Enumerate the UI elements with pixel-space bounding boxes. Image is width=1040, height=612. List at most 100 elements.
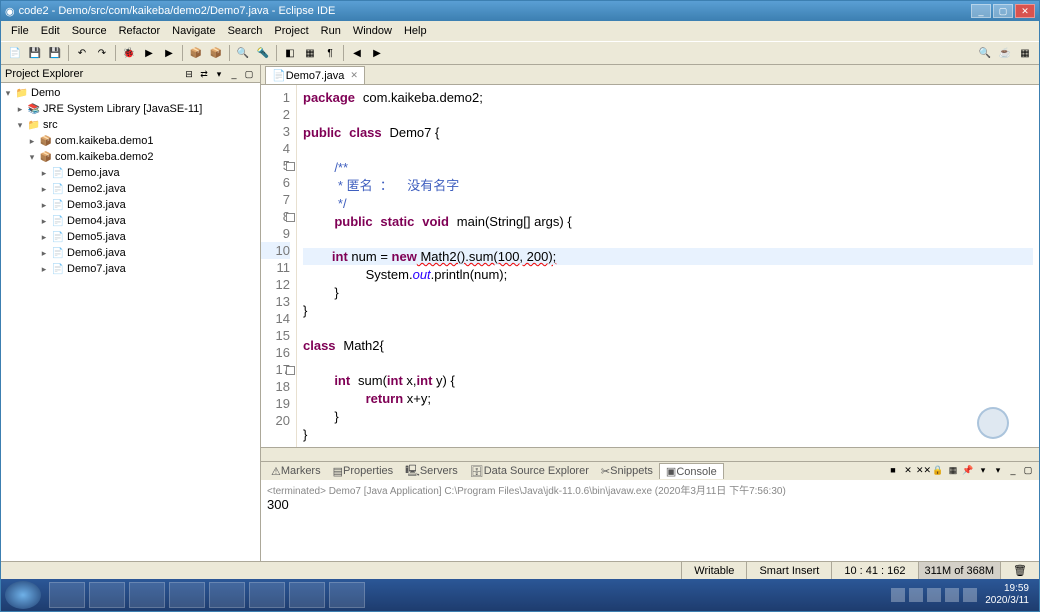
perspective-java-icon[interactable]: ☕ (996, 44, 1014, 62)
taskbar-explorer-icon[interactable] (49, 582, 85, 608)
menu-edit[interactable]: Edit (35, 23, 66, 39)
perspective-switch-icon[interactable]: ▦ (1016, 44, 1034, 62)
console-removeall-icon[interactable]: ✕✕ (916, 464, 930, 478)
undo-icon[interactable]: ↶ (73, 44, 91, 62)
tab-close-icon[interactable]: ✕ (350, 70, 358, 81)
tab-properties[interactable]: ▤ Properties (327, 464, 400, 479)
start-button[interactable] (5, 581, 41, 609)
collapse-all-icon[interactable]: ⊟ (182, 67, 196, 81)
console-pin-icon[interactable]: 📌 (961, 464, 975, 478)
quick-access-icon[interactable]: 🔍 (976, 44, 994, 62)
windows-taskbar: 19:592020/3/11 (1, 579, 1039, 611)
save-icon[interactable]: 💾 (26, 44, 44, 62)
taskbar-eclipse-icon[interactable] (89, 582, 125, 608)
saveall-icon[interactable]: 💾 (46, 44, 64, 62)
code-content[interactable]: package com.kaikeba.demo2; public class … (297, 85, 1039, 447)
console-max-icon[interactable]: ▢ (1021, 464, 1035, 478)
show-whitespace-icon[interactable]: ¶ (321, 44, 339, 62)
console-remove-icon[interactable]: ✕ (901, 464, 915, 478)
new-icon[interactable]: 📄 (6, 44, 24, 62)
tab-snippets[interactable]: ✂ Snippets (595, 464, 659, 479)
console-launch-info: <terminated> Demo7 [Java Application] C:… (267, 482, 1033, 497)
search-icon[interactable]: 🔦 (254, 44, 272, 62)
tray-icon[interactable] (909, 588, 923, 602)
status-insert: Smart Insert (746, 562, 831, 579)
tray-volume-icon[interactable] (963, 588, 977, 602)
taskbar-app-icon[interactable] (249, 582, 285, 608)
menu-bar: File Edit Source Refactor Navigate Searc… (1, 21, 1039, 41)
menu-search[interactable]: Search (222, 23, 269, 39)
tree-file[interactable]: ▸📄Demo2.java (3, 181, 258, 197)
menu-project[interactable]: Project (268, 23, 314, 39)
debug-icon[interactable]: 🐞 (120, 44, 138, 62)
status-gc-icon[interactable]: 🗑 (1000, 562, 1039, 579)
code-editor[interactable]: 1234 5678 9101112 13141516 17181920 pack… (261, 85, 1039, 447)
taskbar-app-icon[interactable] (209, 582, 245, 608)
console-min-icon[interactable]: _ (1006, 464, 1020, 478)
link-editor-icon[interactable]: ⇄ (197, 67, 211, 81)
tray-network-icon[interactable] (945, 588, 959, 602)
new-class-icon[interactable]: 📦 (187, 44, 205, 62)
close-button[interactable]: ✕ (1015, 4, 1035, 18)
java-file-icon: 📄 (51, 246, 65, 260)
tree-file[interactable]: ▸📄Demo7.java (3, 261, 258, 277)
minimize-button[interactable]: _ (971, 4, 991, 18)
tree-file[interactable]: ▸📄Demo.java (3, 165, 258, 181)
package-icon: 📦 (39, 150, 53, 164)
taskbar-app-icon[interactable] (169, 582, 205, 608)
tree-file[interactable]: ▸📄Demo3.java (3, 197, 258, 213)
console-clear-icon[interactable]: ▦ (946, 464, 960, 478)
tree-project[interactable]: ▾📁Demo (3, 85, 258, 101)
tab-servers[interactable]: 🖳 Servers (399, 461, 464, 482)
tray-clock[interactable]: 19:592020/3/11 (979, 583, 1035, 607)
taskbar-chrome-icon[interactable] (129, 582, 165, 608)
tray-icon[interactable] (927, 588, 941, 602)
taskbar-app-icon[interactable] (329, 582, 365, 608)
new-package-icon[interactable]: 📦 (207, 44, 225, 62)
console-open-icon[interactable]: ▾ (991, 464, 1005, 478)
tab-console[interactable]: ▣ Console (659, 463, 724, 479)
console-terminate-icon[interactable]: ■ (886, 464, 900, 478)
forward-icon[interactable]: ▶ (368, 44, 386, 62)
project-explorer-title: Project Explorer (5, 68, 83, 80)
menu-window[interactable]: Window (347, 23, 398, 39)
toggle-block-icon[interactable]: ▦ (301, 44, 319, 62)
editor-tab[interactable]: 📄 Demo7.java ✕ (265, 66, 365, 84)
menu-run[interactable]: Run (315, 23, 347, 39)
title-bar: ◉ code2 - Demo/src/com/kaikeba/demo2/Dem… (1, 1, 1039, 21)
maximize-button[interactable]: ▢ (993, 4, 1013, 18)
tab-label: Demo7.java (286, 70, 345, 82)
tab-datasource[interactable]: 🗄 Data Source Explorer (464, 464, 595, 479)
toggle-mark-icon[interactable]: ◧ (281, 44, 299, 62)
maximize-view-icon[interactable]: ▢ (242, 67, 256, 81)
tree-pkg2[interactable]: ▾📦com.kaikeba.demo2 (3, 149, 258, 165)
tab-markers[interactable]: ⚠ Markers (265, 464, 327, 479)
run-icon[interactable]: ▶ (140, 44, 158, 62)
menu-file[interactable]: File (5, 23, 35, 39)
window-title: code2 - Demo/src/com/kaikeba/demo2/Demo7… (19, 5, 336, 17)
editor-tab-bar: 📄 Demo7.java ✕ (261, 65, 1039, 85)
tree-file[interactable]: ▸📄Demo4.java (3, 213, 258, 229)
tree-file[interactable]: ▸📄Demo6.java (3, 245, 258, 261)
tree-jre[interactable]: ▸📚JRE System Library [JavaSE-11] (3, 101, 258, 117)
tray-icon[interactable] (891, 588, 905, 602)
open-type-icon[interactable]: 🔍 (234, 44, 252, 62)
console-scroll-lock-icon[interactable]: 🔒 (931, 464, 945, 478)
coverage-icon[interactable]: ▶ (160, 44, 178, 62)
tree-src[interactable]: ▾📁src (3, 117, 258, 133)
editor-hscroll[interactable] (261, 447, 1039, 461)
taskbar-app-icon[interactable] (289, 582, 325, 608)
minimize-view-icon[interactable]: _ (227, 67, 241, 81)
menu-source[interactable]: Source (66, 23, 113, 39)
tree-file[interactable]: ▸📄Demo5.java (3, 229, 258, 245)
menu-help[interactable]: Help (398, 23, 433, 39)
console-output[interactable]: <terminated> Demo7 [Java Application] C:… (261, 480, 1039, 561)
console-display-icon[interactable]: ▾ (976, 464, 990, 478)
project-tree: ▾📁Demo ▸📚JRE System Library [JavaSE-11] … (1, 83, 260, 561)
back-icon[interactable]: ◀ (348, 44, 366, 62)
tree-pkg1[interactable]: ▸📦com.kaikeba.demo1 (3, 133, 258, 149)
view-menu-icon[interactable]: ▾ (212, 67, 226, 81)
menu-refactor[interactable]: Refactor (113, 23, 167, 39)
redo-icon[interactable]: ↷ (93, 44, 111, 62)
menu-navigate[interactable]: Navigate (166, 23, 221, 39)
